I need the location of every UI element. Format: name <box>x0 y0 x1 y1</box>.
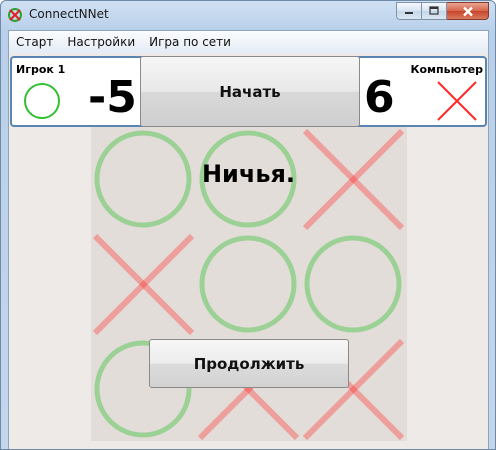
computer-score: 6 <box>364 72 395 123</box>
computer-label: Компьютер <box>410 63 484 76</box>
minimize-icon <box>405 12 413 14</box>
window-controls <box>396 2 489 20</box>
close-button[interactable] <box>447 2 489 20</box>
menu-item-network-game[interactable]: Игра по сети <box>142 31 238 53</box>
close-icon <box>462 6 473 16</box>
menu-item-start[interactable]: Старт <box>9 31 60 53</box>
board-cell-1-0[interactable] <box>91 232 196 337</box>
app-cross-circle-icon <box>8 8 22 22</box>
board-cell-1-1[interactable] <box>196 232 301 337</box>
minimize-button[interactable] <box>396 2 422 20</box>
circle-icon <box>24 83 60 119</box>
client-area: Старт Настройки Игра по сети Игрок 1 -5 … <box>8 30 489 449</box>
cross-icon <box>437 81 477 121</box>
result-message: Ничья. <box>201 160 296 188</box>
score-panel: Игрок 1 -5 Начать 6 Компьютер <box>10 56 487 127</box>
maximize-button[interactable] <box>422 2 447 20</box>
app-window: ConnectNNet Старт Настройки Игра по сети… <box>0 0 496 450</box>
board-circle-mark <box>199 235 297 333</box>
window-title: ConnectNNet <box>29 7 109 21</box>
title-bar[interactable]: ConnectNNet <box>1 1 495 30</box>
start-button[interactable]: Начать <box>140 56 360 127</box>
player-label: Игрок 1 <box>16 63 66 76</box>
continue-button[interactable]: Продолжить <box>149 339 349 388</box>
menu-item-settings[interactable]: Настройки <box>60 31 142 53</box>
board-cell-1-2[interactable] <box>301 232 406 337</box>
maximize-icon <box>429 6 439 15</box>
player-score: -5 <box>88 72 137 123</box>
board-circle-mark <box>304 235 402 333</box>
menu-bar: Старт Настройки Игра по сети <box>9 31 488 53</box>
